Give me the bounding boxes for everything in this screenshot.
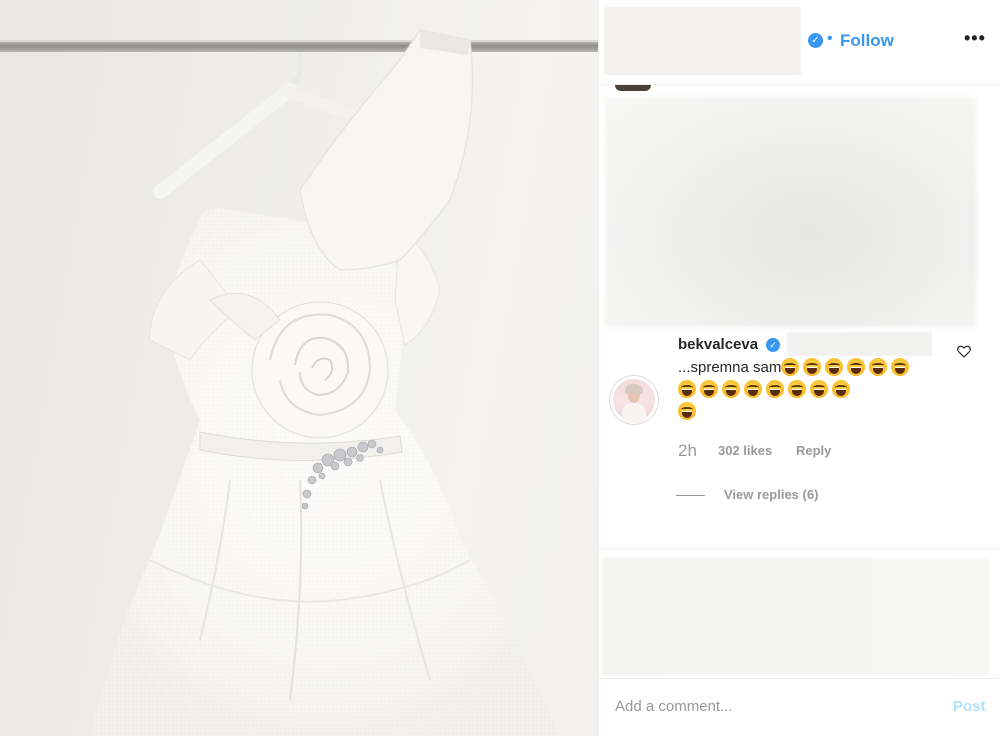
- tears-of-joy-emoji-icon: [891, 358, 910, 376]
- comment-likes-link[interactable]: 302 likes: [718, 443, 772, 458]
- tears-of-joy-emoji-icon: [744, 380, 762, 398]
- blurred-mention: [787, 332, 932, 356]
- tears-of-joy-emoji-icon: [810, 380, 828, 398]
- tears-of-joy-emoji-icon: [803, 358, 822, 376]
- post-photo[interactable]: [0, 0, 598, 736]
- view-replies-button[interactable]: View replies (6): [724, 487, 818, 502]
- header-separator: •: [827, 30, 833, 47]
- verified-badge-icon: ✓: [808, 33, 823, 48]
- tears-of-joy-emoji-icon: [766, 380, 784, 398]
- comment-username[interactable]: bekvalceva: [678, 336, 758, 353]
- view-replies-line: [676, 495, 705, 496]
- comments-list[interactable]: bekvalceva ✓ ...spremna sam 2h 302 likes…: [599, 85, 1000, 548]
- tears-of-joy-emoji-icon: [781, 358, 800, 376]
- comment-text: ...spremna sam: [678, 359, 782, 376]
- tears-of-joy-emoji-icon: [825, 358, 844, 376]
- comment-body: ...spremna sam: [678, 357, 938, 423]
- tears-of-joy-emoji-icon: [788, 380, 806, 398]
- heart-icon[interactable]: [956, 343, 972, 359]
- blurred-account-info: [604, 7, 801, 75]
- tears-of-joy-emoji-icon: [832, 380, 850, 398]
- tears-of-joy-emoji-icon: [678, 380, 696, 398]
- comment-reply-button[interactable]: Reply: [796, 443, 831, 458]
- comments-bottom-divider: [599, 548, 1000, 549]
- tears-of-joy-emoji-icon: [722, 380, 740, 398]
- tears-of-joy-emoji-icon: [700, 380, 718, 398]
- post-header: ✓ • Follow •••: [599, 0, 1000, 85]
- post-side-panel: ✓ • Follow ••• bekvalceva ✓ ...spremna s…: [599, 0, 1000, 736]
- verified-badge-icon: ✓: [766, 338, 780, 352]
- commenter-avatar[interactable]: [610, 376, 658, 424]
- previous-avatar-edge: [615, 85, 651, 91]
- dress-photo-illustration: [0, 29, 598, 736]
- tears-of-joy-emoji-icon: [869, 358, 888, 376]
- post-comment-button[interactable]: Post: [953, 698, 986, 715]
- add-comment-input[interactable]: [613, 697, 937, 716]
- blurred-action-area: [602, 558, 989, 676]
- tears-of-joy-emoji-icon: [678, 402, 696, 420]
- tears-of-joy-emoji-icon: [847, 358, 866, 376]
- comment-timestamp[interactable]: 2h: [678, 441, 697, 461]
- composer-divider: [599, 678, 1000, 679]
- follow-button[interactable]: Follow: [840, 31, 894, 51]
- more-options-icon[interactable]: •••: [964, 28, 986, 49]
- blurred-previous-comment: [605, 97, 977, 327]
